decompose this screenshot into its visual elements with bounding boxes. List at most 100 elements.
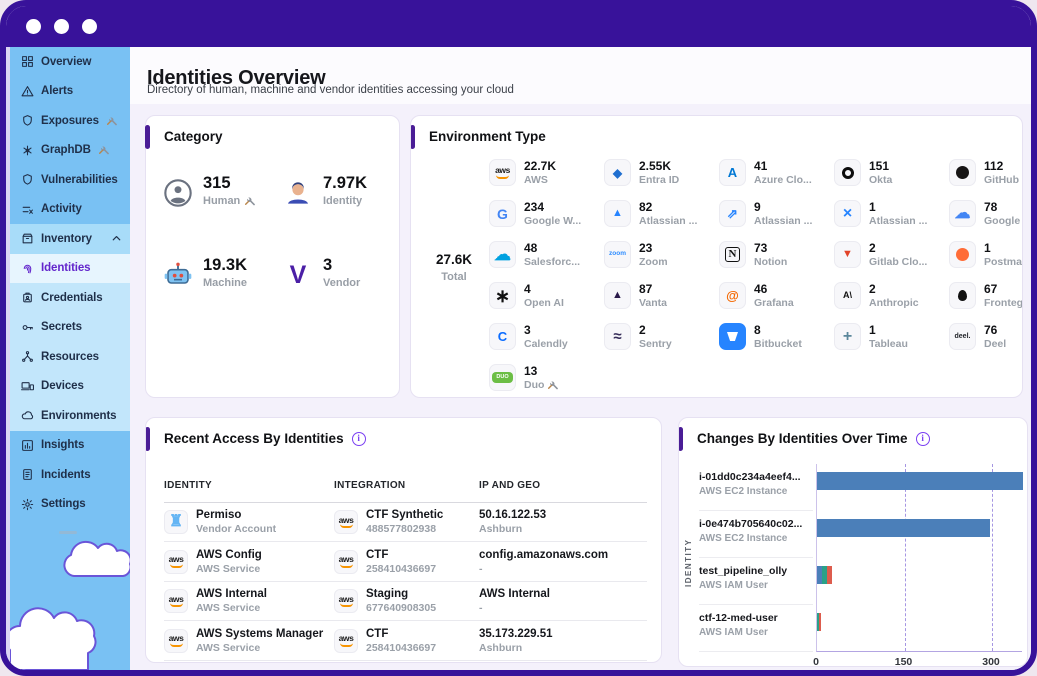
chart-category-name: ctf-12-med-user (699, 612, 813, 624)
sidebar-item-vulnerabilities[interactable]: Vulnerabilities (6, 165, 130, 195)
cell-text: AWS ConfigAWS Service (196, 549, 262, 575)
info-icon[interactable] (916, 432, 930, 446)
sidebar-item-resources[interactable]: Resources (6, 342, 130, 372)
sidebar-item-graphdb[interactable]: GraphDB (6, 136, 130, 166)
sidebar-item-environments[interactable]: Environments (6, 401, 130, 431)
identity-cell: aws AWS ConfigAWS Service (164, 549, 262, 575)
sidebar-item-label: Exposures (41, 115, 99, 127)
chart-category-label: ctf-12-med-userAWS IAM User (699, 605, 813, 652)
ip-geo-cell: 50.16.122.53Ashburn (479, 509, 546, 535)
environment-item-sentry[interactable]: ≈2Sentry (604, 316, 719, 357)
table-header-identity[interactable]: IDENTITY (164, 480, 212, 491)
chart-x-tick: 300 (982, 656, 1000, 667)
environment-item-atlassian[interactable]: ▲82Atlassian ... (604, 193, 719, 234)
environment-item-label: Tableau (869, 338, 908, 350)
sidebar-item-alerts[interactable]: Alerts (6, 77, 130, 107)
environment-item-label: AWS (524, 174, 556, 186)
sidebar-scrollbar[interactable] (6, 47, 10, 670)
environment-item-azure-clo[interactable]: A41Azure Clo... (719, 152, 834, 193)
aws-icon: aws (334, 550, 358, 574)
table-header-integration[interactable]: INTEGRATION (334, 480, 405, 491)
table-row[interactable]: awsAWS Systems ManagerAWS ServiceawsCTF2… (164, 622, 647, 661)
chart-bar (817, 613, 821, 631)
environment-item-label: Grafana (754, 297, 794, 309)
environment-item-calendly[interactable]: C3Calendly (489, 316, 604, 357)
sidebar-item-overview[interactable]: Overview (6, 47, 130, 77)
environment-item-label: Deel (984, 338, 1006, 350)
sidebar-item-devices[interactable]: Devices (6, 372, 130, 402)
aws-icon: aws (164, 550, 188, 574)
environment-item-zoom[interactable]: zoom23Zoom (604, 234, 719, 275)
environment-item-frontegg[interactable]: 67Frontegg (949, 275, 1023, 316)
sidebar-item-insights[interactable]: Insights (6, 431, 130, 461)
environment-item-value: 22.7K (524, 159, 556, 173)
category-stat-vendor[interactable]: V3Vendor (282, 250, 402, 332)
environment-item-entra-id[interactable]: ◆2.55KEntra ID (604, 152, 719, 193)
sidebar-item-activity[interactable]: Activity (6, 195, 130, 225)
environment-item-value: 23 (639, 241, 668, 255)
sidebar-item-secrets[interactable]: Secrets (6, 313, 130, 343)
category-stat-machine[interactable]: 19.3KMachine (162, 250, 282, 332)
info-icon[interactable] (352, 432, 366, 446)
environment-column-2: ◆2.55KEntra ID▲82Atlassian ...zoom23Zoom… (604, 152, 719, 398)
cell-text: 50.16.122.53Ashburn (479, 509, 546, 535)
environment-item-vanta[interactable]: ▲87Vanta (604, 275, 719, 316)
environment-item-grafana[interactable]: @46Grafana (719, 275, 834, 316)
environment-item-value: 13 (524, 364, 559, 378)
chart-y-axis-label: IDENTITY (684, 508, 693, 618)
environment-item-postman[interactable]: 1Postman (949, 234, 1023, 275)
window-control-dot[interactable] (26, 19, 41, 34)
vendor-icon: V (282, 259, 314, 291)
environment-item-gitlab-clo[interactable]: ▼2Gitlab Clo... (834, 234, 949, 275)
environment-item-duo[interactable]: DUO13Duo (489, 357, 604, 398)
environment-item-label: Frontegg (984, 297, 1023, 309)
card-accent-bar (678, 427, 683, 451)
sidebar-item-credentials[interactable]: Credentials (6, 283, 130, 313)
environment-item-google-c[interactable]: ☁78Google C... (949, 193, 1023, 234)
category-stat-identity[interactable]: 7.97KIdentity (282, 168, 402, 250)
table-header-ip-and-geo[interactable]: IP AND GEO (479, 480, 540, 491)
window-control-dot[interactable] (54, 19, 69, 34)
graphdb-icon (21, 144, 34, 157)
environment-item-open-ai[interactable]: ∗4Open AI (489, 275, 604, 316)
cell-text: CTF Synthetic488577802938 (366, 509, 443, 535)
chevron-up-icon[interactable] (110, 232, 123, 245)
cell-sub: 677640908305 (366, 602, 436, 614)
category-stat-human[interactable]: 315Human (162, 168, 282, 250)
environment-item-aws[interactable]: aws22.7KAWS (489, 152, 604, 193)
cell-sub: AWS Service (196, 563, 262, 575)
sidebar-item-incidents[interactable]: Incidents (6, 460, 130, 490)
category-stat-text: 19.3KMachine (203, 256, 247, 289)
table-row[interactable]: ♜PermisoVendor AccountawsCTF Synthetic48… (164, 503, 647, 542)
environment-item-okta[interactable]: 151Okta (834, 152, 949, 193)
sidebar-item-settings[interactable]: Settings (6, 490, 130, 520)
table-row[interactable]: awsAWS InternalAWS ServiceawsStaging6776… (164, 582, 647, 621)
wrench-icon (98, 144, 110, 156)
environment-item-value: 67 (984, 282, 1023, 296)
tableau-icon: + (834, 323, 861, 350)
environment-item-label: Zoom (639, 256, 668, 268)
sidebar-item-identities[interactable]: Identities (6, 254, 130, 284)
environment-item-bitbucket[interactable]: 8Bitbucket (719, 316, 834, 357)
sidebar-item-exposures[interactable]: Exposures (6, 106, 130, 136)
environment-item-text: 2Sentry (639, 323, 672, 350)
environment-item-anthropic[interactable]: A\2Anthropic (834, 275, 949, 316)
environment-item-notion[interactable]: N73Notion (719, 234, 834, 275)
environment-item-atlassian[interactable]: ×1Atlassian ... (834, 193, 949, 234)
environment-item-github-c[interactable]: 112GitHub C... (949, 152, 1023, 193)
table-row[interactable]: awsAWS ConfigAWS ServiceawsCTF2584104366… (164, 543, 647, 582)
identity-cell: awsAWS Systems ManagerAWS Service (164, 628, 323, 654)
environment-item-google-w[interactable]: G234Google W... (489, 193, 604, 234)
environment-item-atlassian[interactable]: ⇗9Atlassian ... (719, 193, 834, 234)
sidebar-item-inventory[interactable]: Inventory (6, 224, 130, 254)
environment-item-deel[interactable]: deel.76Deel (949, 316, 1023, 357)
environment-item-label: Salesforc... (524, 256, 580, 268)
environment-item-tableau[interactable]: +1Tableau (834, 316, 949, 357)
window-control-dot[interactable] (82, 19, 97, 34)
environment-card-title: Environment Type (429, 129, 546, 144)
environment-item-salesforc[interactable]: ☁48Salesforc... (489, 234, 604, 275)
environment-total-label: Total (431, 271, 477, 283)
sidebar-item-label: Alerts (41, 85, 73, 97)
sentry-icon: ≈ (604, 323, 631, 350)
environment-item-value: 3 (524, 323, 568, 337)
